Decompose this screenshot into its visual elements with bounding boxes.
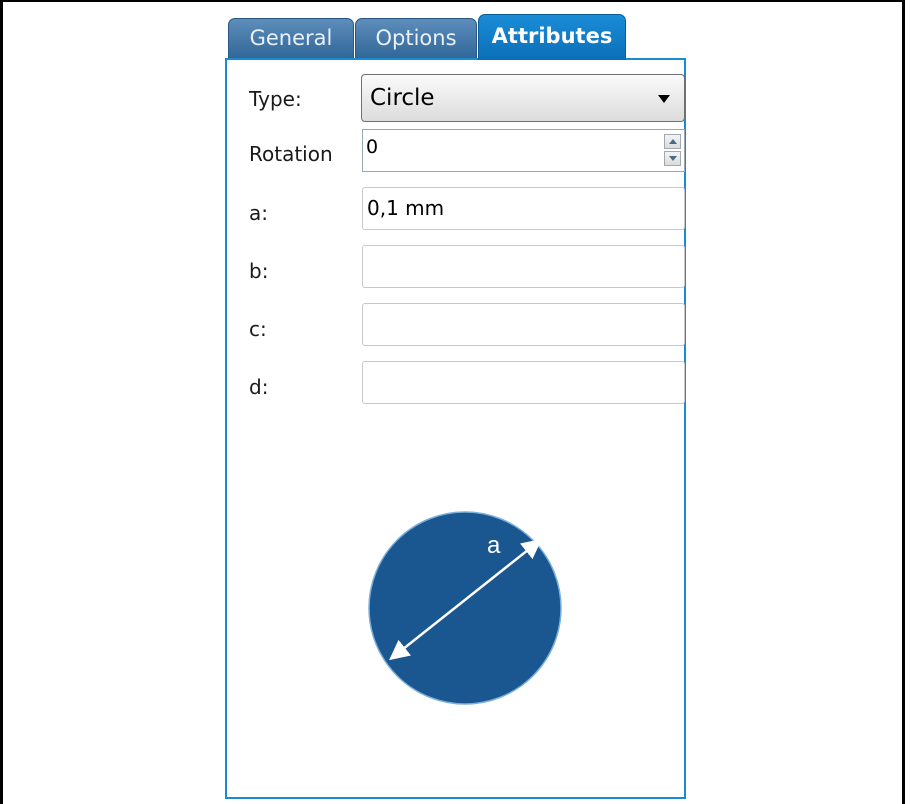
type-select-value: Circle — [370, 85, 435, 111]
d-input[interactable] — [362, 361, 685, 404]
c-input[interactable] — [362, 303, 685, 346]
tab-attributes[interactable]: Attributes — [478, 14, 626, 60]
arrow-down-icon — [669, 156, 677, 161]
dimension-label: a — [487, 532, 501, 559]
type-label: Type: — [249, 87, 302, 111]
circle-shape — [368, 511, 562, 705]
tab-options[interactable]: Options — [355, 18, 477, 60]
rotation-decrement-button[interactable] — [664, 151, 681, 166]
rotation-spin-buttons — [664, 134, 681, 167]
attributes-panel: Type: Circle Rotation 0 a: 0,1 mm b: c: … — [225, 58, 686, 799]
a-label: a: — [249, 201, 268, 225]
b-label: b: — [249, 259, 269, 283]
rotation-label: Rotation — [249, 142, 333, 166]
circle-diagram: a — [368, 511, 562, 705]
d-label: d: — [249, 375, 269, 399]
arrow-up-icon — [669, 139, 677, 144]
type-select[interactable]: Circle — [361, 74, 685, 122]
b-input[interactable] — [362, 245, 685, 288]
c-label: c: — [249, 317, 267, 341]
chevron-down-icon — [658, 95, 670, 103]
a-input[interactable]: 0,1 mm — [362, 187, 685, 230]
rotation-increment-button[interactable] — [664, 134, 681, 149]
tab-general[interactable]: General — [228, 18, 354, 60]
tab-bar: General Options Attributes — [228, 14, 648, 60]
rotation-value: 0 — [366, 136, 379, 158]
rotation-stepper[interactable]: 0 — [362, 129, 685, 172]
